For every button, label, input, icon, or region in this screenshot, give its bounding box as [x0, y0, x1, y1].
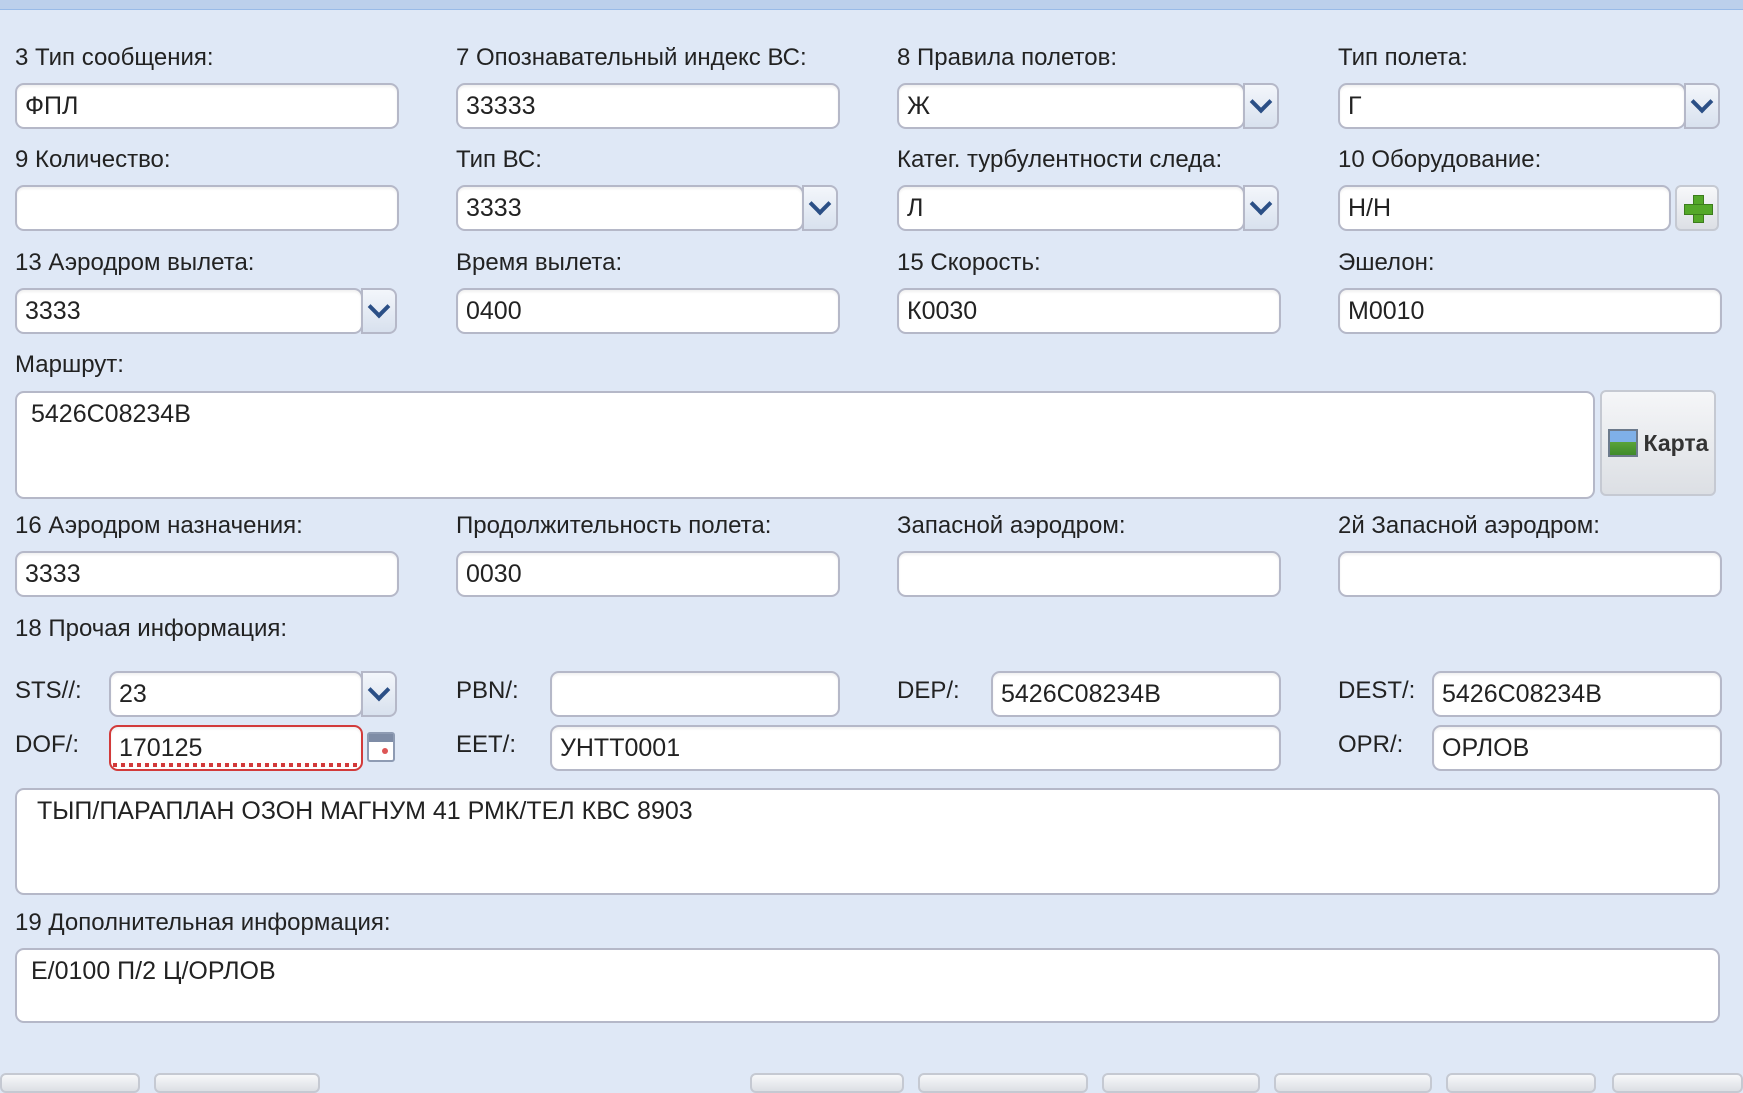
wake-turbulence-label: Катег. турбулентности следа: [897, 146, 1223, 173]
msg-type-input[interactable]: ФПЛ [15, 83, 399, 129]
wake-turbulence-combo[interactable]: Л [897, 185, 1245, 231]
quantity-label: 9 Количество: [15, 146, 171, 173]
departure-time-label: Время вылета: [456, 249, 623, 276]
aircraft-id-input[interactable]: 33333 [456, 83, 840, 129]
window-top-border [0, 0, 1743, 10]
destination-input[interactable]: 3333 [15, 551, 399, 597]
pbn-input[interactable] [550, 671, 840, 717]
toolbar-button[interactable] [918, 1073, 1088, 1093]
dep-input[interactable]: 5426С08234В [991, 671, 1281, 717]
toolbar-button[interactable] [0, 1073, 140, 1093]
departure-aerodrome-combo[interactable]: 3333 [15, 288, 363, 334]
add-equipment-button[interactable] [1675, 185, 1719, 231]
departure-aerodrome-dropdown-trigger[interactable] [361, 288, 397, 334]
aircraft-id-label: 7 Опознавательный индекс ВС: [456, 44, 807, 71]
chevron-down-icon [1690, 90, 1714, 114]
sts-dropdown-trigger[interactable] [361, 671, 397, 717]
other-info-textarea[interactable]: ТЫП/ПАРАПЛАН ОЗОН МАГНУМ 41 РМК/ТЕЛ КВС … [15, 788, 1720, 895]
chevron-down-icon [1249, 90, 1273, 114]
supplementary-info-textarea[interactable]: Е/0100 П/2 Ц/ОРЛОВ [15, 948, 1720, 1023]
sts-combo[interactable]: 23 [109, 671, 363, 717]
departure-aerodrome-label: 13 Аэродром вылета: [15, 249, 255, 276]
toolbar-button[interactable] [1446, 1073, 1596, 1093]
equipment-label: 10 Оборудование: [1338, 146, 1542, 173]
dep-label: DEP/: [897, 677, 960, 704]
alternate-input[interactable] [897, 551, 1281, 597]
dof-label: DOF/: [15, 731, 79, 758]
dest-input[interactable]: 5426С08234В [1432, 671, 1722, 717]
speed-label: 15 Скорость: [897, 249, 1041, 276]
flight-type-label: Тип полета: [1338, 44, 1468, 71]
sts-label: STS//: [15, 677, 82, 704]
toolbar-button[interactable] [154, 1073, 320, 1093]
opr-label: OPR/: [1338, 731, 1404, 758]
opr-input[interactable]: ОРЛОВ [1432, 725, 1722, 771]
flight-rules-combo[interactable]: Ж [897, 83, 1245, 129]
map-button-label: Карта [1643, 429, 1709, 456]
eet-label: EET/: [456, 731, 517, 758]
flight-type-combo[interactable]: Г [1338, 83, 1686, 129]
map-button[interactable]: Карта [1600, 390, 1716, 496]
duration-label: Продолжительность полета: [456, 512, 772, 539]
equipment-input[interactable]: Н/Н [1338, 185, 1671, 231]
toolbar-button[interactable] [1274, 1073, 1432, 1093]
chevron-down-icon [367, 295, 391, 319]
aircraft-type-dropdown-trigger[interactable] [802, 185, 838, 231]
aircraft-type-combo[interactable]: 3333 [456, 185, 804, 231]
chevron-down-icon [808, 192, 832, 216]
msg-type-label: 3 Тип сообщения: [15, 44, 214, 71]
chevron-down-icon [1249, 192, 1273, 216]
flight-rules-dropdown-trigger[interactable] [1243, 83, 1279, 129]
toolbar-button[interactable] [750, 1073, 904, 1093]
route-label: Маршрут: [15, 351, 124, 378]
invalid-value-underline [113, 763, 357, 767]
other-info-label: 18 Прочая информация: [15, 615, 288, 642]
calendar-icon[interactable] [367, 732, 395, 762]
chevron-down-icon [367, 678, 391, 702]
alternate2-label: 2й Запасной аэродром: [1338, 512, 1600, 539]
alternate2-input[interactable] [1338, 551, 1722, 597]
flight-type-dropdown-trigger[interactable] [1684, 83, 1720, 129]
quantity-input[interactable] [15, 185, 399, 231]
route-textarea[interactable]: 5426С08234В [15, 391, 1595, 499]
wake-turbulence-dropdown-trigger[interactable] [1243, 185, 1279, 231]
pbn-label: PBN/: [456, 677, 519, 704]
speed-input[interactable]: К0030 [897, 288, 1281, 334]
alternate-label: Запасной аэродром: [897, 512, 1126, 539]
dest-label: DEST/: [1338, 677, 1416, 704]
eet-input[interactable]: УНТТ0001 [550, 725, 1281, 771]
level-input[interactable]: М0010 [1338, 288, 1722, 334]
map-icon [1607, 429, 1638, 457]
flight-rules-label: 8 Правила полетов: [897, 44, 1117, 71]
departure-time-input[interactable]: 0400 [456, 288, 840, 334]
duration-input[interactable]: 0030 [456, 551, 840, 597]
level-label: Эшелон: [1338, 249, 1435, 276]
toolbar-button[interactable] [1612, 1073, 1743, 1093]
supplementary-info-label: 19 Дополнительная информация: [15, 909, 391, 936]
aircraft-type-label: Тип ВС: [456, 146, 542, 173]
toolbar-button[interactable] [1102, 1073, 1260, 1093]
destination-label: 16 Аэродром назначения: [15, 512, 303, 539]
